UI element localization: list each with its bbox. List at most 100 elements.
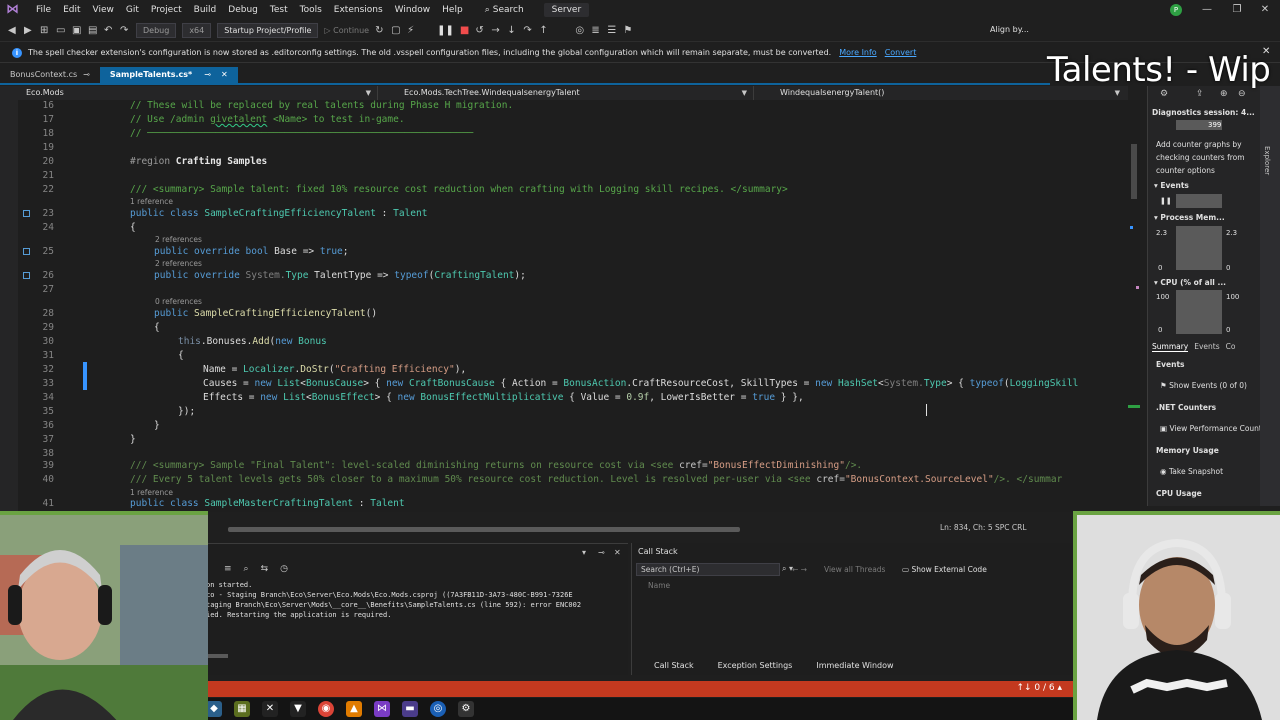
forward-icon[interactable]: ▶ [24, 25, 34, 36]
menu-file[interactable]: File [30, 0, 57, 20]
close-icon[interactable]: ✕ [1250, 0, 1280, 20]
pin-icon[interactable]: ⊸ [83, 67, 90, 83]
show-external-code-button[interactable]: ▭ Show External Code [902, 565, 987, 574]
menu-git[interactable]: Git [120, 0, 145, 20]
taskbar-visual-studio-icon[interactable]: ⋈ [374, 701, 390, 717]
codelens-references[interactable]: 1 reference [130, 197, 173, 207]
status-errors[interactable]: ↑↓ 0 / 6 ▴ [1016, 683, 1062, 693]
bookmark-icon[interactable]: ⚑ [623, 25, 633, 36]
tab-summary[interactable]: Summary [1152, 342, 1189, 352]
tab-counters[interactable]: Co [1226, 342, 1236, 352]
view-all-threads-button[interactable]: View all Threads [824, 565, 885, 574]
tab-sampletalents[interactable]: SampleTalents.cs* ⊸ ✕ [99, 67, 238, 83]
codelens-references[interactable]: 2 references [155, 235, 202, 245]
taskbar-chrome-icon[interactable]: ◉ [318, 701, 334, 717]
call-stack-search-input[interactable]: Search (Ctrl+E) [636, 563, 780, 576]
menu-debug[interactable]: Debug [222, 0, 264, 20]
align-by-label[interactable]: Align by... [990, 25, 1029, 34]
stop-icon[interactable]: ■ [460, 25, 469, 36]
restart-icon[interactable]: ↻ [375, 25, 385, 36]
back-icon[interactable]: ← → [792, 565, 807, 574]
cursor-position[interactable]: Ln: 834, Ch: 5 SPC CRL [940, 523, 1027, 532]
startup-project-dropdown[interactable]: Startup Project/Profile [217, 23, 319, 38]
process-memory-section[interactable]: ▾ Process Mem... [1154, 213, 1225, 222]
step-over-icon[interactable]: ↷ [523, 25, 533, 36]
output-scroll-thumb[interactable] [206, 654, 228, 658]
events-section[interactable]: ▾ Events [1154, 181, 1189, 190]
taskbar-browser-icon[interactable]: ◎ [430, 701, 446, 717]
redo-icon[interactable]: ↷ [120, 25, 130, 36]
pause-icon[interactable]: ❚❚ [437, 25, 454, 36]
type-dropdown[interactable]: Eco.Mods.TechTree.WindequalsenergyTalent… [378, 86, 754, 100]
menu-window[interactable]: Window [389, 0, 437, 20]
show-events-link[interactable]: ⚑ Show Events (0 of 0) [1160, 381, 1247, 390]
settings-icon[interactable]: ⚙ [1160, 89, 1168, 99]
continue-button[interactable]: ▷ Continue [324, 26, 369, 35]
restart-debug-icon[interactable]: ↺ [475, 25, 485, 36]
show-next-statement-icon[interactable]: → [491, 25, 501, 36]
solution-explorer-tab[interactable]: Explorer [1263, 146, 1271, 175]
close-tab-icon[interactable]: ✕ [221, 67, 228, 83]
editor-vertical-scrollbar[interactable] [1128, 100, 1140, 512]
taskbar-app-icon[interactable]: ▲ [346, 701, 362, 717]
open-icon[interactable]: ▭ [56, 25, 66, 36]
browser-icon[interactable]: ▢ [391, 25, 401, 36]
save-all-icon[interactable]: ▤ [88, 25, 98, 36]
tab-immediate-window[interactable]: Immediate Window [816, 661, 893, 670]
clock-icon[interactable]: ◷ [280, 564, 288, 574]
codelens-references[interactable]: 2 references [155, 259, 202, 269]
tab-bonuscontext[interactable]: BonusContext.cs ⊸ [0, 67, 100, 83]
step-out-icon[interactable]: ↑ [539, 25, 549, 36]
tab-exception-settings[interactable]: Exception Settings [718, 661, 793, 670]
pin-icon[interactable]: ⊸ [204, 67, 211, 83]
configuration-dropdown[interactable]: Debug [136, 23, 177, 38]
tab-call-stack[interactable]: Call Stack [654, 661, 694, 670]
new-item-icon[interactable]: ⊞ [40, 25, 50, 36]
server-badge[interactable]: Server [543, 3, 590, 17]
pin-icon[interactable]: ⊸ [598, 548, 605, 557]
view-performance-link[interactable]: ▣ View Performance Count [1160, 424, 1260, 433]
step-into-icon[interactable]: ↓ [507, 25, 517, 36]
cpu-section[interactable]: ▾ CPU (% of all ... [1154, 278, 1226, 287]
taskbar-minecraft-icon[interactable]: ▦ [234, 701, 250, 717]
scroll-thumb[interactable] [1131, 144, 1137, 199]
tab-events[interactable]: Events [1194, 342, 1219, 352]
more-info-link[interactable]: More Info [839, 48, 877, 57]
zoom-out-icon[interactable]: ⊖ [1238, 89, 1246, 99]
convert-link[interactable]: Convert [885, 48, 917, 57]
menu-edit[interactable]: Edit [57, 0, 86, 20]
platform-dropdown[interactable]: x64 [182, 23, 212, 38]
code-editor[interactable]: 16// These will be replaced by real tale… [0, 100, 1132, 512]
menu-tools[interactable]: Tools [294, 0, 328, 20]
menu-extensions[interactable]: Extensions [328, 0, 389, 20]
breakpoint-icon[interactable]: ◎ [575, 25, 585, 36]
menu-help[interactable]: Help [436, 0, 469, 20]
taskbar-app-icon[interactable]: ◆ [206, 701, 222, 717]
menu-build[interactable]: Build [188, 0, 223, 20]
zoom-in-icon[interactable]: ⊕ [1220, 89, 1228, 99]
avatar[interactable]: P [1170, 4, 1182, 16]
clear-icon[interactable]: ≡ [224, 564, 232, 574]
find-icon[interactable]: ⌕ [244, 564, 249, 574]
menu-view[interactable]: View [87, 0, 120, 20]
taskbar-settings-icon[interactable]: ⚙ [458, 701, 474, 717]
search-box[interactable]: ⌕ Search [479, 5, 530, 15]
menu-test[interactable]: Test [264, 0, 294, 20]
pause-icon[interactable]: ❚❚ [1160, 197, 1172, 205]
hot-reload-icon[interactable]: ⚡ [407, 25, 417, 36]
scroll-thumb[interactable] [228, 527, 740, 532]
undo-icon[interactable]: ↶ [104, 25, 114, 36]
take-snapshot-button[interactable]: ◉ Take Snapshot [1160, 467, 1223, 476]
taskbar-app-icon[interactable]: ▬ [402, 701, 418, 717]
close-panel-icon[interactable]: ✕ [614, 548, 621, 557]
minimize-icon[interactable]: — [1192, 0, 1222, 20]
menu-project[interactable]: Project [145, 0, 188, 20]
taskbar-terminal-icon[interactable]: ✕ [262, 701, 278, 717]
back-icon[interactable]: ◀ [8, 25, 18, 36]
save-icon[interactable]: ▣ [72, 25, 82, 36]
format-icon[interactable]: ≣ [591, 25, 601, 36]
column-header-name[interactable]: Name [648, 581, 670, 590]
chevron-down-icon[interactable]: ▾ [582, 548, 586, 557]
maximize-icon[interactable]: ❐ [1222, 0, 1252, 20]
project-dropdown[interactable]: Eco.Mods ▼ [0, 86, 378, 100]
